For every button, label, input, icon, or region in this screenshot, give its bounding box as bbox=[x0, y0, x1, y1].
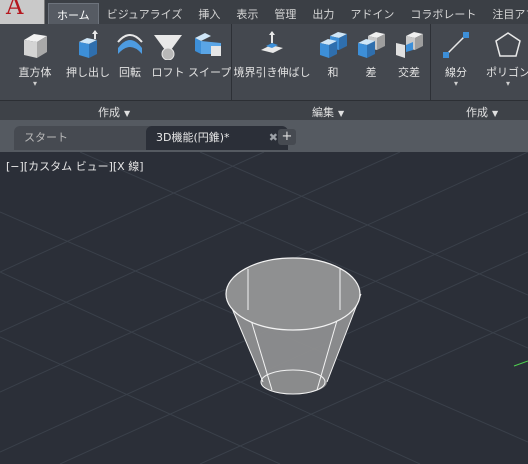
cone-frustum-solid[interactable] bbox=[225, 257, 362, 395]
chevron-down-icon[interactable]: ▾ bbox=[12, 80, 58, 88]
revolve-button[interactable]: 回転 bbox=[112, 30, 148, 80]
subtract-icon bbox=[356, 30, 386, 60]
drawing-viewport[interactable]: [−][カスタム ビュー][X 線] bbox=[0, 152, 528, 464]
line-label: 線分 bbox=[445, 66, 467, 79]
chevron-down-icon: ▼ bbox=[492, 109, 499, 118]
subtract-button[interactable]: 差 bbox=[354, 30, 388, 80]
loft-label: ロフト bbox=[151, 66, 185, 79]
revolve-icon bbox=[115, 30, 145, 60]
line-button[interactable]: 線分 ▾ bbox=[436, 30, 476, 88]
loft-icon bbox=[153, 30, 183, 61]
chevron-down-icon[interactable]: ▾ bbox=[482, 80, 528, 88]
panel-draw-title[interactable]: 作成 ▼ bbox=[466, 104, 498, 120]
revolve-label: 回転 bbox=[119, 66, 141, 79]
app-logo-icon[interactable]: A bbox=[0, 0, 45, 24]
intersect-label: 交差 bbox=[398, 66, 420, 79]
doc-tab-start[interactable]: スタート bbox=[14, 126, 156, 150]
doc-tab-current[interactable]: 3D機能(円錐)* ✖ bbox=[146, 126, 288, 150]
axis-indicator bbox=[513, 360, 528, 367]
ribbon-tab-bar: A ホーム ビジュアライズ 挿入 表示 管理 出力 アドイン コラボレート 注目… bbox=[0, 0, 528, 27]
plus-icon[interactable]: + bbox=[278, 129, 296, 145]
polygon-button[interactable]: ポリゴン ▾ bbox=[482, 30, 528, 88]
union-button[interactable]: 和 bbox=[316, 30, 350, 80]
union-icon bbox=[318, 30, 348, 60]
intersect-icon bbox=[394, 30, 424, 60]
document-tab-strip: スタート 3D機能(円錐)* ✖ + bbox=[0, 120, 528, 152]
presspull-label: 境界引き伸ばし bbox=[233, 66, 311, 79]
extrude-label: 押し出し bbox=[66, 66, 110, 79]
ribbon-panel: 直方体 ▾ 押し出し 回転 ロフト スイープ 境界引き伸ばし 和 差 交差 線分… bbox=[0, 24, 528, 121]
line-icon bbox=[441, 30, 471, 60]
presspull-button[interactable]: 境界引き伸ばし bbox=[232, 30, 312, 80]
intersect-button[interactable]: 交差 bbox=[390, 30, 428, 80]
chevron-down-icon: ▼ bbox=[338, 109, 345, 118]
subtract-label: 差 bbox=[365, 66, 377, 79]
extrude-button[interactable]: 押し出し bbox=[64, 30, 112, 80]
sweep-button[interactable]: スイープ bbox=[188, 30, 232, 80]
polygon-label: ポリゴン bbox=[486, 66, 528, 79]
viewport-canvas[interactable] bbox=[0, 152, 528, 464]
ribbon-panel-bar: 作成 ▼ 編集 ▼ 作成 ▼ bbox=[0, 100, 528, 121]
union-label: 和 bbox=[327, 66, 339, 79]
panel-create-title[interactable]: 作成 ▼ bbox=[98, 104, 130, 120]
chevron-down-icon[interactable]: ▾ bbox=[436, 80, 476, 88]
chevron-down-icon: ▼ bbox=[124, 109, 131, 118]
sweep-label: スイープ bbox=[188, 66, 232, 79]
polygon-icon bbox=[493, 30, 523, 60]
box-icon bbox=[20, 30, 50, 60]
loft-button[interactable]: ロフト bbox=[150, 30, 186, 80]
box-label: 直方体 bbox=[18, 66, 52, 79]
extrude-icon bbox=[73, 30, 103, 60]
panel-edit-title[interactable]: 編集 ▼ bbox=[312, 104, 344, 120]
autocad-window: A ホーム ビジュアライズ 挿入 表示 管理 出力 アドイン コラボレート 注目… bbox=[0, 0, 528, 464]
close-icon[interactable]: ✖ bbox=[269, 126, 278, 150]
presspull-icon bbox=[257, 30, 287, 60]
viewport-controls-label[interactable]: [−][カスタム ビュー][X 線] bbox=[6, 158, 144, 174]
box-button[interactable]: 直方体 ▾ bbox=[12, 30, 58, 88]
sweep-icon bbox=[193, 30, 223, 60]
